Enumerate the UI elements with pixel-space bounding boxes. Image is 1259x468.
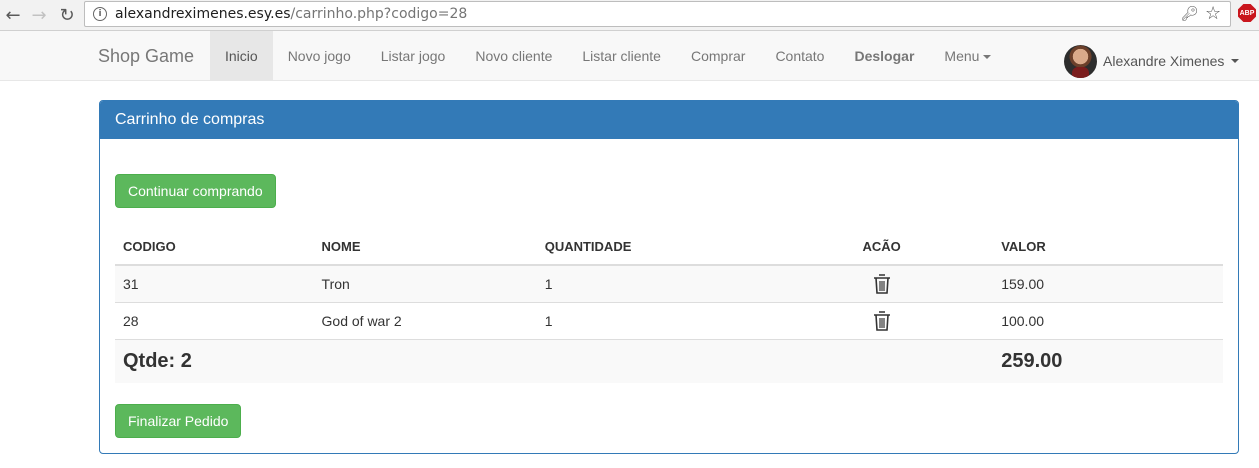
cell-codigo: 31	[115, 264, 314, 302]
column-header-quantidade: QUANTIDADE	[536, 228, 771, 266]
browser-toolbar: ← → ↻ i alexandreximenes.esy.es/carrinho…	[0, 0, 1259, 31]
back-arrow-icon[interactable]: ←	[1, 3, 25, 27]
nav-item-contato[interactable]: Contato	[760, 31, 839, 81]
continue-shopping-button[interactable]: Continuar comprando	[115, 174, 276, 208]
abp-label: ABP	[1239, 9, 1255, 17]
nav-item-inicio[interactable]: Inicio	[210, 31, 273, 81]
cell-valor: 100.00	[993, 301, 1223, 339]
site-navbar: Shop Game Inicio Novo jogo Listar jogo N…	[0, 31, 1259, 81]
cell-acao	[770, 301, 994, 339]
cell-quantidade: 1	[536, 264, 771, 302]
panel-title: Carrinho de compras	[100, 101, 1238, 139]
url-path: /carrinho.php?codigo=28	[290, 6, 468, 22]
nav-item-novo-jogo[interactable]: Novo jogo	[273, 31, 366, 81]
menu-label: Menu	[944, 48, 980, 64]
total-spacer	[770, 338, 994, 383]
brand-link[interactable]: Shop Game	[98, 46, 194, 67]
bookmark-star-icon[interactable]: ☆	[1205, 3, 1221, 24]
column-header-acao: ACÃO	[770, 228, 994, 266]
nav-menu: Inicio Novo jogo Listar jogo Novo client…	[210, 31, 1006, 81]
avatar	[1064, 44, 1097, 78]
info-icon[interactable]: i	[93, 7, 107, 21]
address-bar[interactable]: i alexandreximenes.esy.es/carrinho.php?c…	[84, 1, 1231, 27]
cell-nome: God of war 2	[313, 301, 537, 339]
nav-item-novo-cliente[interactable]: Novo cliente	[460, 31, 567, 81]
cell-codigo: 28	[115, 301, 314, 339]
trash-icon[interactable]	[873, 310, 891, 332]
nav-item-menu-dropdown[interactable]: Menu	[929, 31, 1006, 81]
cell-quantidade: 1	[536, 301, 771, 339]
cart-panel: Carrinho de compras Continuar comprando …	[99, 100, 1239, 454]
trash-icon[interactable]	[873, 273, 891, 295]
caret-down-icon	[1231, 59, 1240, 63]
finish-order-button[interactable]: Finalizar Pedido	[115, 404, 242, 438]
table-header-row: CODIGO NOME QUANTIDADE ACÃO VALOR	[115, 228, 1223, 266]
table-row: 28 God of war 2 1 100.00	[115, 301, 1223, 339]
forward-arrow-icon[interactable]: →	[27, 3, 51, 27]
table-row: 31 Tron 1 159.00	[115, 264, 1223, 302]
cell-acao	[770, 264, 994, 302]
user-dropdown[interactable]: Alexandre Ximenes	[1064, 43, 1240, 79]
total-quantity: Qtde: 2	[115, 338, 771, 383]
total-row: Qtde: 2 259.00	[115, 338, 1223, 383]
column-header-nome: NOME	[313, 228, 537, 266]
url-domain: alexandreximenes.esy.es	[115, 6, 291, 22]
total-value: 259.00	[993, 338, 1223, 383]
nav-item-listar-cliente[interactable]: Listar cliente	[567, 31, 676, 81]
key-icon[interactable]: 🔑︎	[1181, 6, 1199, 22]
nav-item-listar-jogo[interactable]: Listar jogo	[366, 31, 461, 81]
nav-item-comprar[interactable]: Comprar	[676, 31, 760, 81]
nav-item-deslogar[interactable]: Deslogar	[839, 31, 929, 81]
column-header-codigo: CODIGO	[115, 228, 314, 266]
reload-icon[interactable]: ↻	[55, 3, 79, 27]
adblock-plus-icon[interactable]: ABP	[1238, 4, 1256, 22]
cell-valor: 159.00	[993, 264, 1223, 302]
cell-nome: Tron	[313, 264, 537, 302]
cart-table: CODIGO NOME QUANTIDADE ACÃO VALOR 31 Tro…	[115, 228, 1223, 383]
caret-down-icon	[983, 55, 992, 60]
url-text[interactable]: alexandreximenes.esy.es/carrinho.php?cod…	[115, 6, 467, 22]
user-name: Alexandre Ximenes	[1103, 53, 1225, 69]
column-header-valor: VALOR	[993, 228, 1223, 266]
